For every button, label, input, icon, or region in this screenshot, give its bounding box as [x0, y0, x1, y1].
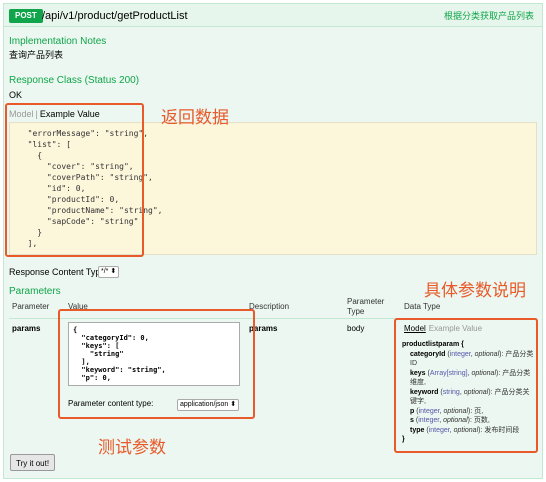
col-description: Description — [249, 302, 290, 311]
param-name: params — [12, 324, 41, 333]
test-params-annotation: 测试参数 — [98, 438, 166, 457]
response-class-heading: Response Class (Status 200) — [9, 75, 140, 86]
col-data-type: Data Type — [404, 302, 441, 311]
try-it-out-button[interactable]: Try it out! — [10, 454, 56, 471]
endpoint-path[interactable]: /api/v1/product/getProductList — [42, 8, 188, 24]
implementation-notes-heading: Implementation Notes — [9, 36, 107, 47]
return-data-annotation: 返回数据 — [161, 108, 229, 127]
response-content-type-label: Response Content Type — [9, 267, 106, 277]
response-content-type-select[interactable]: */* ⬍ — [98, 266, 120, 278]
test-params-highlight — [58, 309, 255, 419]
param-type: body — [347, 324, 365, 333]
param-description-annotation: 具体参数说明 — [424, 281, 526, 300]
col-parameter-type: Parameter Type — [347, 297, 385, 316]
response-status-text: OK — [9, 90, 23, 100]
parameters-heading: Parameters — [9, 286, 61, 297]
operation-header[interactable]: POST /api/v1/product/getProductList 根据分类… — [4, 4, 542, 27]
operation-summary[interactable]: 根据分类获取产品列表 — [444, 10, 534, 22]
return-data-highlight — [5, 103, 144, 257]
col-parameter: Parameter — [12, 302, 50, 311]
response-content-type: Response Content Type — [9, 266, 105, 278]
data-type-highlight — [394, 318, 538, 453]
page: POST /api/v1/product/getProductList 根据分类… — [0, 0, 546, 482]
http-method-badge[interactable]: POST — [9, 9, 43, 23]
implementation-notes-text: 查询产品列表 — [9, 50, 64, 60]
